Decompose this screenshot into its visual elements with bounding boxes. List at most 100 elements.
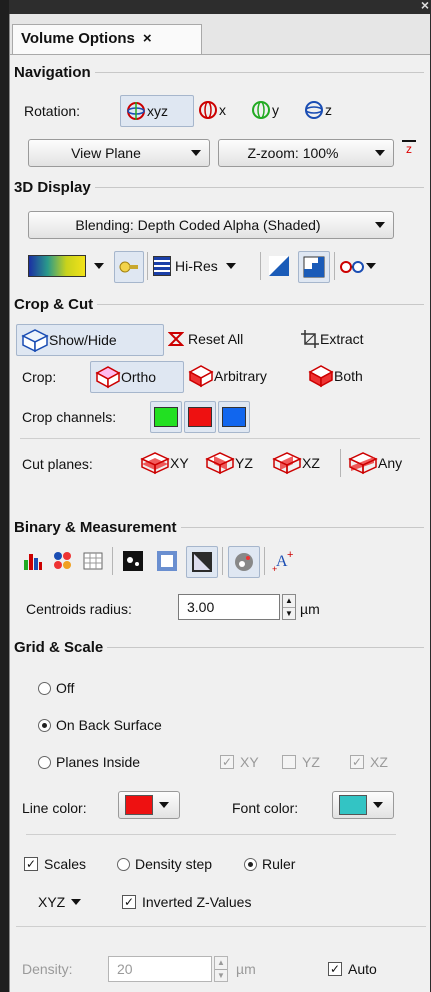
binary-mask-button[interactable] — [186, 546, 218, 578]
checkbox-inverted-z[interactable]: ✓ — [122, 895, 136, 909]
binary-histogram-button[interactable] — [22, 546, 44, 576]
axis-dropdown[interactable]: XYZ — [38, 894, 87, 910]
binary-objects-button[interactable] — [52, 546, 74, 576]
grid-plane-xy[interactable]: ✓ XY — [220, 754, 259, 770]
binary-table-button[interactable] — [82, 546, 104, 576]
stereo-dropdown[interactable] — [340, 251, 376, 281]
cut-xy-button[interactable]: XY — [140, 448, 189, 478]
crop-row: Crop: — [22, 369, 56, 385]
centroids-row: Centroids radius: — [26, 601, 132, 617]
z-marker-icon[interactable]: z — [402, 140, 416, 156]
reset-all-button[interactable]: Reset All — [168, 324, 243, 354]
radio-density-step[interactable] — [117, 857, 130, 871]
binary-centroids-button[interactable] — [122, 546, 144, 576]
font-color-picker[interactable] — [332, 791, 394, 819]
extract-button[interactable]: Extract — [300, 324, 364, 354]
plane-xz-label: XZ — [370, 754, 388, 770]
chevron-down-icon — [191, 150, 201, 156]
crop-channel-2-toggle[interactable] — [184, 401, 216, 433]
centroids-radius-stepper[interactable]: ▲ ▼ — [282, 594, 296, 620]
stepper-down-icon[interactable]: ▼ — [283, 608, 295, 620]
section-title: 3D Display — [14, 179, 91, 196]
shading-mode-button[interactable] — [268, 251, 290, 281]
colormap-dropdown[interactable] — [28, 251, 112, 281]
crop-channels-row: Crop channels: — [22, 409, 116, 425]
cut-yz-button[interactable]: YZ — [205, 448, 253, 478]
crop-both-button[interactable]: Both — [308, 361, 363, 391]
reset-icon — [168, 332, 184, 346]
centroids-radius-label: Centroids radius: — [26, 601, 132, 617]
crop-channel-3-toggle[interactable] — [218, 401, 250, 433]
toolbar-separator — [340, 449, 341, 477]
stepper-down-icon[interactable]: ▼ — [215, 970, 227, 982]
rotate-x-button[interactable]: x — [197, 95, 226, 125]
light-toggle-button[interactable] — [114, 251, 144, 283]
inverted-z-checkbox-row[interactable]: ✓ Inverted Z-Values — [122, 894, 251, 910]
radio-ruler[interactable] — [244, 857, 257, 871]
add-label-icon: A ++ — [272, 549, 293, 573]
scales-label: Scales — [44, 856, 87, 872]
toolbar-separator — [260, 252, 261, 280]
scales-checkbox-row[interactable]: ✓ Scales — [24, 856, 86, 872]
checkbox-xz[interactable]: ✓ — [350, 755, 364, 769]
stepper-up-icon[interactable]: ▲ — [283, 595, 295, 608]
checkbox-scales[interactable]: ✓ — [24, 857, 38, 871]
binary-bounding-button[interactable] — [156, 546, 178, 576]
cut-xz-button[interactable]: XZ — [272, 448, 320, 478]
blending-dropdown[interactable]: Blending: Depth Coded Alpha (Shaded) — [28, 211, 394, 239]
hi-res-dropdown[interactable]: Hi-Res — [153, 251, 244, 281]
grid-option-back-surface[interactable]: On Back Surface — [38, 717, 162, 733]
cut-planes-label: Cut planes: — [22, 456, 93, 472]
radio-off[interactable] — [38, 681, 51, 695]
density-step-option[interactable]: Density step — [117, 856, 212, 872]
ruler-option[interactable]: Ruler — [244, 856, 295, 872]
channel-swatch — [188, 407, 212, 427]
grid-option-planes-inside[interactable]: Planes Inside — [38, 754, 140, 770]
checkbox-yz[interactable] — [282, 755, 296, 769]
radio-planes-inside[interactable] — [38, 755, 51, 769]
rotate-y-label: y — [272, 102, 279, 118]
grid-option-off[interactable]: Off — [38, 680, 74, 696]
stepped-mode-button[interactable] — [298, 251, 330, 283]
rotate-xyz-button[interactable]: xyz — [120, 95, 194, 127]
window-titlebar: × — [0, 0, 431, 14]
window-close-icon[interactable]: × — [421, 0, 429, 13]
stepper-up-icon[interactable]: ▲ — [215, 957, 227, 970]
tab-volume-options[interactable]: Volume Options × — [12, 24, 202, 54]
rotate-y-button[interactable]: y — [250, 95, 279, 125]
add-annotation-button[interactable]: A + + — [272, 546, 296, 576]
crop-arbitrary-button[interactable]: Arbitrary — [188, 361, 267, 391]
hi-res-icon — [153, 256, 171, 276]
divider — [26, 834, 396, 835]
crop-arbitrary-icon — [188, 365, 214, 388]
density-input[interactable]: 20 — [108, 956, 212, 982]
cut-xz-label: XZ — [302, 455, 320, 471]
z-zoom-dropdown[interactable]: Z-zoom: 100% — [218, 139, 394, 167]
view-plane-dropdown[interactable]: View Plane — [28, 139, 210, 167]
centroids-radius-input[interactable]: 3.00 — [178, 594, 280, 620]
line-color-swatch — [125, 795, 153, 815]
section-title: Grid & Scale — [14, 639, 104, 656]
radio-back-surface[interactable] — [38, 718, 51, 732]
crop-ortho-button[interactable]: Ortho — [90, 361, 184, 393]
measure-probe-button[interactable] — [228, 546, 260, 578]
centroids-unit: µm — [300, 601, 320, 617]
checkbox-xy[interactable]: ✓ — [220, 755, 234, 769]
density-stepper[interactable]: ▲ ▼ — [214, 956, 228, 982]
crop-channel-1-toggle[interactable] — [150, 401, 182, 433]
auto-checkbox-row[interactable]: ✓ Auto — [328, 961, 377, 977]
cut-any-button[interactable]: Any — [348, 448, 402, 478]
colormap-gradient-icon — [28, 255, 86, 277]
density-label: Density: — [22, 961, 73, 977]
line-color-picker[interactable] — [118, 791, 180, 819]
grid-planes-inside-label: Planes Inside — [56, 754, 141, 770]
show-hide-button[interactable]: Show/Hide — [16, 324, 164, 356]
section-title: Navigation — [14, 64, 91, 81]
grid-plane-yz[interactable]: YZ — [282, 754, 320, 770]
rotate-z-button[interactable]: z — [303, 95, 332, 125]
line-color-row: Line color: — [22, 800, 87, 816]
toolbar-separator — [222, 547, 223, 575]
tab-close-icon[interactable]: × — [143, 30, 152, 47]
grid-plane-xz[interactable]: ✓ XZ — [350, 754, 388, 770]
checkbox-auto[interactable]: ✓ — [328, 962, 342, 976]
